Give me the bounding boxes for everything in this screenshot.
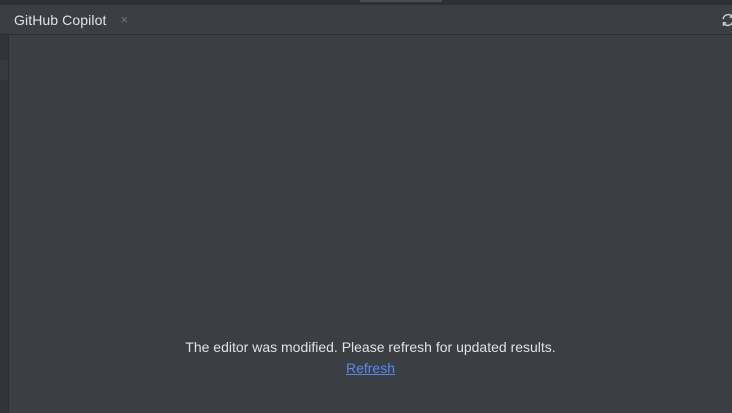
modified-message: The editor was modified. Please refresh … xyxy=(185,339,556,355)
results-area: The editor was modified. Please refresh … xyxy=(9,35,732,413)
close-icon[interactable]: × xyxy=(120,13,128,26)
gutter-marker xyxy=(0,60,8,80)
tab-title: GitHub Copilot xyxy=(14,11,107,28)
copilot-tool-window: GitHub Copilot × The editor was modified… xyxy=(0,0,732,413)
drag-indicator[interactable] xyxy=(360,0,442,2)
refresh-link[interactable]: Refresh xyxy=(346,360,395,376)
tool-window-header: GitHub Copilot × xyxy=(0,5,732,35)
tab-github-copilot[interactable]: GitHub Copilot × xyxy=(0,5,128,34)
left-gutter xyxy=(0,35,9,413)
refresh-icon[interactable] xyxy=(720,12,732,28)
